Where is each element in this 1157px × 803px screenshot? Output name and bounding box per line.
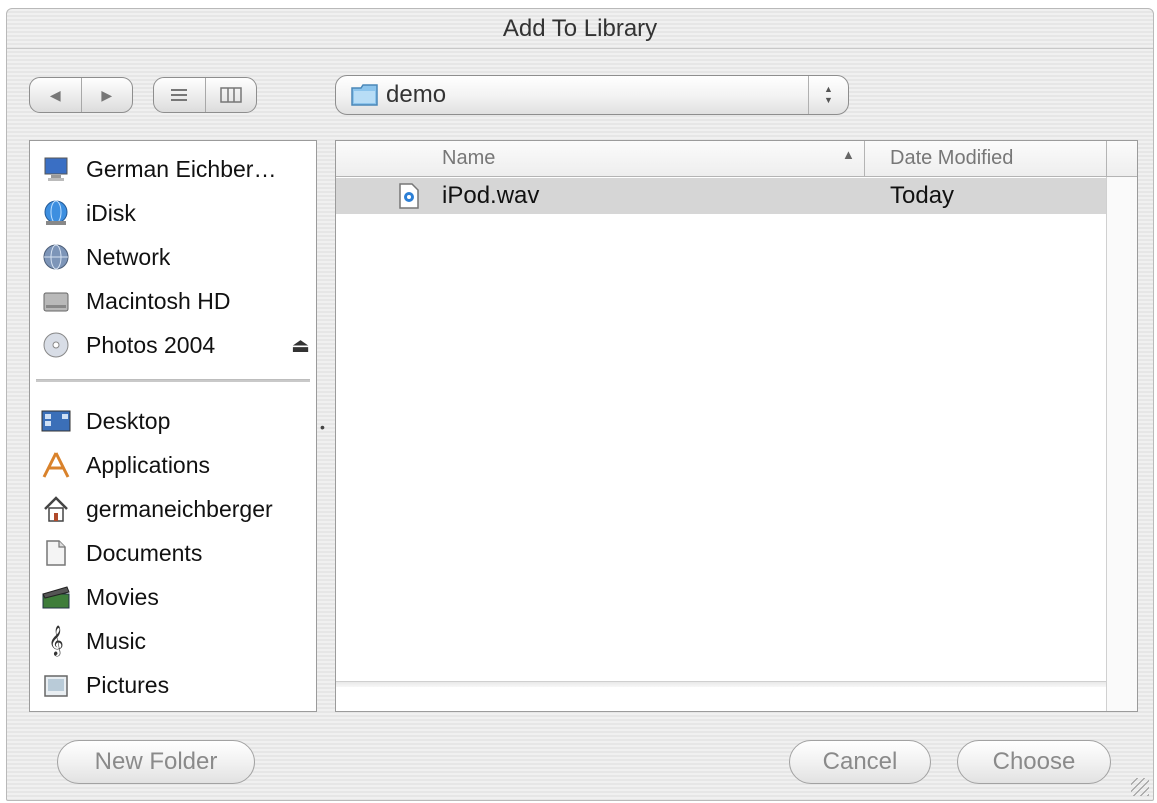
sort-ascending-icon: ▲ [842,147,855,162]
column-header-date-modified[interactable]: Date Modified [890,147,1013,170]
hard-drive-icon [40,285,72,317]
back-arrow-icon: ◀ [49,86,61,103]
sidebar-item-documents[interactable]: Documents [40,533,312,573]
sidebar-item-label: Photos 2004 [86,331,216,358]
sidebar-divider [36,379,310,382]
file-name: iPod.wav [442,182,540,209]
file-browser-list: Name ▲ Date Modified iPod.wav Today [335,140,1138,712]
applications-icon [40,449,72,481]
view-mode-buttons [153,77,257,113]
sidebar-item-music[interactable]: 𝄞 Music [40,621,312,661]
cancel-button[interactable]: Cancel [789,740,931,784]
home-icon [40,493,72,525]
sidebar-item-label: germaneichberger [86,495,273,522]
vertical-scrollbar[interactable] [1106,177,1137,711]
column-header: Name ▲ Date Modified [336,141,1137,177]
movies-clapper-icon [40,581,72,613]
folder-icon [351,84,378,106]
window-title: Add To Library [7,9,1153,49]
choose-button[interactable]: Choose [957,740,1111,784]
sidebar: German Eichber… iDisk Network Macintosh … [29,140,317,712]
documents-icon [40,537,72,569]
sidebar-item-label: Network [86,243,171,270]
column-view-button[interactable] [204,78,257,112]
sidebar-item-label: German Eichber… [86,155,277,182]
cd-disc-icon [40,329,72,361]
column-divider[interactable] [1106,141,1107,177]
resize-grip-icon[interactable] [1131,778,1149,796]
sidebar-item-label: iDisk [86,199,136,226]
add-to-library-dialog: Add To Library ◀ ▶ demo ▲ ▼ German Eichb… [6,8,1154,801]
sidebar-item-desktop[interactable]: Desktop [40,401,312,441]
column-view-icon [220,87,242,103]
music-clef-icon: 𝄞 [48,625,64,655]
network-globe-icon [40,241,72,273]
new-folder-button[interactable]: New Folder [57,740,255,784]
audio-file-icon [398,182,420,217]
forward-button[interactable]: ▶ [80,78,133,112]
sidebar-item-label: Movies [86,583,159,610]
sidebar-item-idisk[interactable]: iDisk [40,193,312,233]
sidebar-item-label: Music [86,627,147,654]
sidebar-item-label: Desktop [86,407,171,434]
horizontal-scrollbar[interactable] [336,681,1106,687]
sidebar-item-applications[interactable]: Applications [40,445,312,485]
sidebar-item-macintosh-hd[interactable]: Macintosh HD [40,281,312,321]
path-popup-label: demo [386,81,447,108]
back-button[interactable]: ◀ [30,78,81,112]
splitter-handle[interactable]: • [320,419,325,435]
idisk-icon [40,197,72,229]
table-row[interactable]: iPod.wav Today [336,178,1106,214]
sidebar-item-network[interactable]: Network [40,237,312,277]
sidebar-item-label: Applications [86,451,211,478]
popup-arrows-icon: ▲ ▼ [808,76,848,114]
column-divider[interactable] [864,141,865,177]
desktop-icon [40,405,72,437]
forward-arrow-icon: ▶ [101,86,113,103]
computer-icon [40,153,72,185]
pictures-icon [40,669,72,701]
sidebar-item-photos-2004[interactable]: Photos 2004 ⏏ [40,325,312,365]
sidebar-item-pictures[interactable]: Pictures [40,665,312,705]
file-date-modified: Today [890,182,955,209]
sidebar-item-home[interactable]: germaneichberger [40,489,312,529]
sidebar-item-label: Documents [86,539,203,566]
eject-icon[interactable]: ⏏ [291,333,310,358]
list-view-icon [171,89,188,101]
sidebar-item-movies[interactable]: Movies [40,577,312,617]
column-header-name[interactable]: Name [442,147,495,170]
navigation-buttons: ◀ ▶ [29,77,133,113]
path-popup-menu[interactable]: demo ▲ ▼ [335,75,849,115]
sidebar-item-label: Macintosh HD [86,287,231,314]
sidebar-item-label: Pictures [86,671,170,698]
sidebar-item-computer[interactable]: German Eichber… [40,149,312,189]
list-view-button[interactable] [154,78,205,112]
